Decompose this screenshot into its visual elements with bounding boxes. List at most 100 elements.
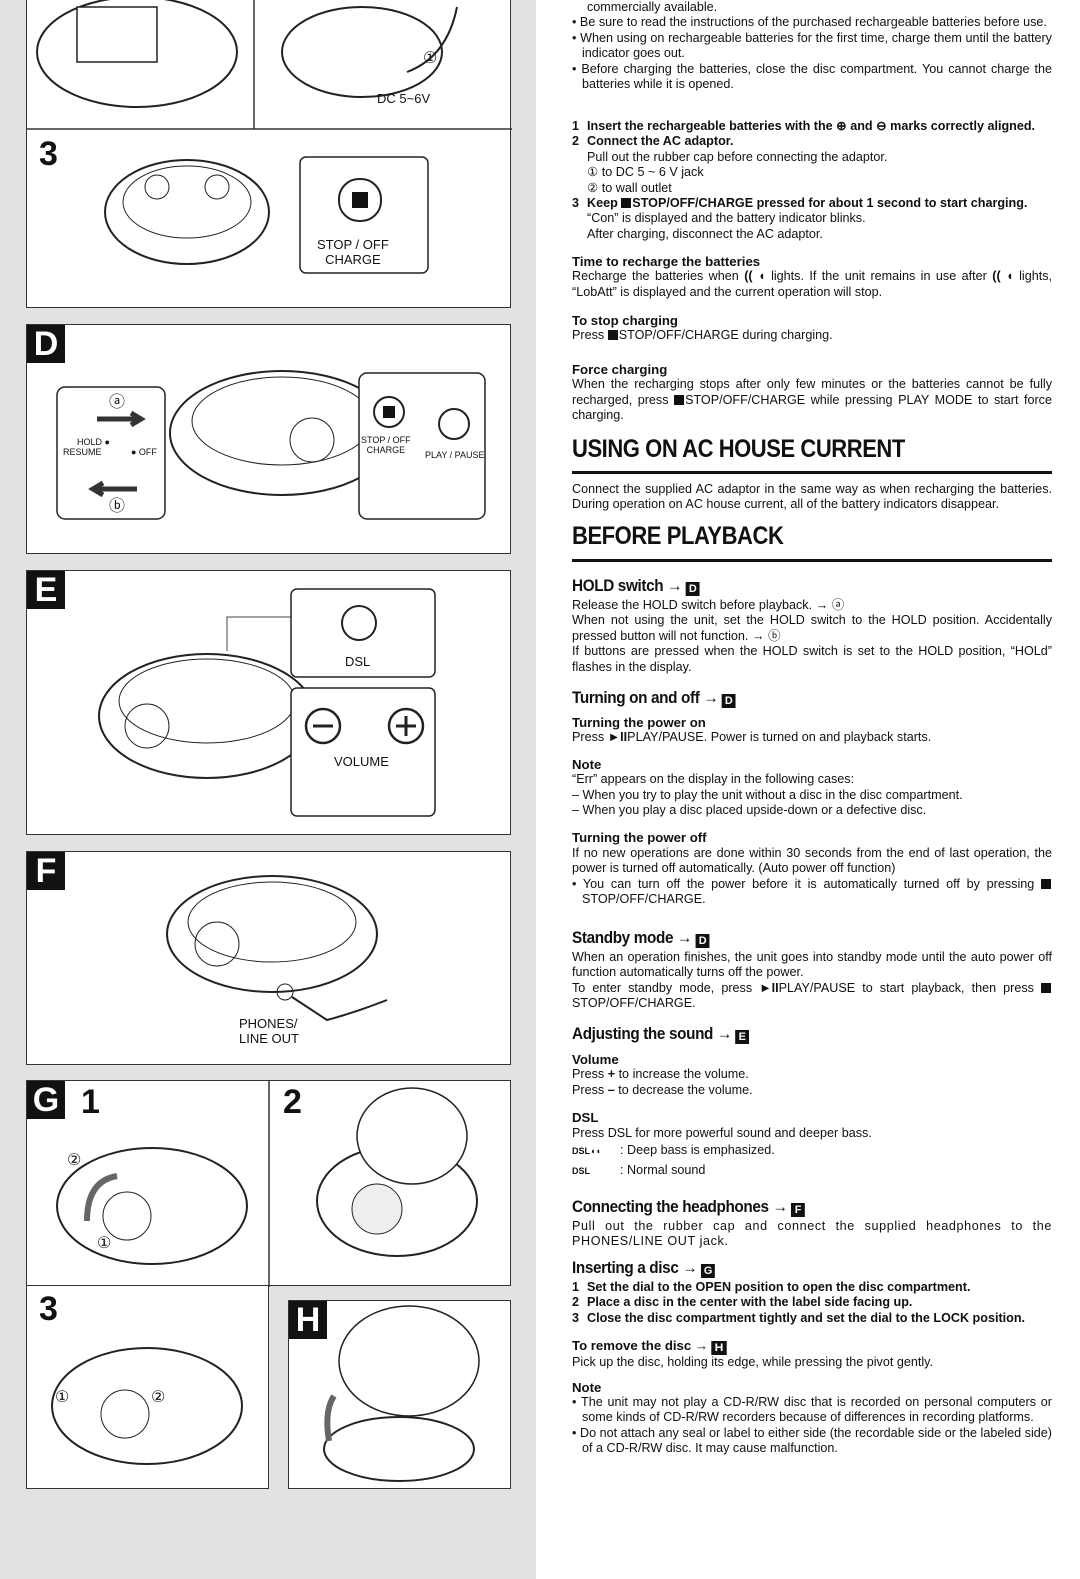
plus-icon: + <box>607 1067 616 1082</box>
charging-intro: commercially available. • Be sure to rea… <box>572 0 1052 92</box>
text: Inserting a disc <box>572 1258 679 1277</box>
subheading: Note <box>572 1379 602 1395</box>
g-step-1: 1 <box>81 1083 100 1121</box>
text: Turning on and off <box>572 688 700 707</box>
text: Connecting the headphones <box>572 1197 769 1216</box>
bullet: • The unit may not play a CD-R/RW disc t… <box>572 1395 1052 1425</box>
arrow-icon: → <box>694 1338 709 1354</box>
text: Press <box>572 730 605 745</box>
paragraph: If no new operations are done within 30 … <box>572 845 1052 876</box>
step-1: 1 Insert the rechargeable batteries with … <box>572 119 1052 134</box>
resume-label: RESUME <box>63 447 102 457</box>
arrow-icon: → <box>676 928 692 947</box>
headphones-section: Connecting the headphones → F Pull out t… <box>572 1197 1052 1250</box>
arrow-icon: → <box>682 1258 698 1277</box>
g-step-2: 2 <box>283 1083 302 1121</box>
step-number: 3 <box>572 1310 580 1325</box>
subheading: Turning the power on <box>572 715 706 730</box>
stop-icon <box>607 330 618 341</box>
stop-icon <box>1041 982 1052 993</box>
text: : Normal sound <box>620 1163 706 1178</box>
paragraph: Connect the supplied AC adaptor in the s… <box>572 482 1052 512</box>
text: Standby mode <box>572 928 674 947</box>
callout-1: ① <box>97 1235 112 1252</box>
text: Press <box>572 1067 605 1082</box>
text: STOP/OFF/CHARGE. <box>572 996 696 1011</box>
stop-icon <box>621 198 632 209</box>
step-text: STOP/OFF/CHARGE pressed for about 1 seco… <box>632 196 1028 211</box>
subheading: To stop charging <box>572 313 678 328</box>
subheading: Volume <box>572 1052 619 1067</box>
step-number: 2 <box>572 1295 580 1310</box>
figure-ref: D <box>721 694 736 708</box>
text: : Deep bass is emphasized. <box>620 1143 775 1158</box>
step-detail: “Con” is displayed and the battery indic… <box>587 211 866 226</box>
callout-2: ② <box>151 1389 166 1406</box>
figure-h: H <box>288 1300 511 1489</box>
step-3: 3 Keep STOP/OFF/CHARGE pressed for about … <box>572 196 1052 242</box>
insert-disc-section: Inserting a disc → G 1 Set the dial to th… <box>572 1258 1052 1457</box>
standby-section: Standby mode → D When an operation finis… <box>572 928 1052 1012</box>
paragraph: Recharge the batteries when (( ◖ lights.… <box>572 269 1052 300</box>
play-pause-icon: ►II <box>607 730 628 745</box>
callout-1: ① <box>423 50 438 67</box>
heading-rule <box>572 559 1052 562</box>
callout-2: ② <box>67 1152 82 1169</box>
step-3-number: 3 <box>39 135 58 173</box>
stop-icon <box>1041 878 1051 889</box>
text-line: Press + to increase the volume. <box>572 1067 1052 1082</box>
arrow-icon: → <box>703 688 719 707</box>
step-text: Insert the rechargeable batteries with t… <box>587 119 1036 133</box>
subheading: DSL <box>572 1110 599 1126</box>
text: Press <box>572 328 605 343</box>
remove-disc-illustration <box>323 1305 480 1482</box>
step-2: 2 Place a disc in the center with the lab… <box>572 1295 1052 1310</box>
battery-low-icon: (( ◖ <box>744 269 766 284</box>
bullet-text: Be sure to read the instructions of the … <box>579 15 1047 30</box>
step-text: Set the dial to the OPEN position to ope… <box>587 1280 971 1294</box>
section-heading: BEFORE PLAYBACK <box>572 522 784 550</box>
g-step-3: 3 <box>39 1290 58 1328</box>
text-line: – When you play a disc placed upside-dow… <box>572 803 927 818</box>
subsection-heading: Turning on and off → D <box>572 688 1004 708</box>
dsl-off-icon: DSL <box>572 1166 590 1177</box>
sound-section: Adjusting the sound → E Volume Press + t… <box>572 1024 1052 1180</box>
text: to decrease the volume. <box>618 1082 753 1097</box>
subheading: Note <box>572 756 602 772</box>
step-detail: Pull out the rubber cap before connectin… <box>587 149 888 164</box>
text: To enter standby mode, press <box>572 980 753 995</box>
text-line: – When you try to play the unit without … <box>572 787 963 802</box>
time-to-recharge: Time to recharge the batteries Recharge … <box>572 254 1052 300</box>
bullet-text: Before charging the batteries, close the… <box>581 61 1052 92</box>
subsection-heading: Standby mode → D <box>572 928 1004 948</box>
volume-label: VOLUME <box>334 754 389 769</box>
figure-g-step3: 3 ① ② <box>26 1285 269 1489</box>
paragraph: Pick up the disc, holding its edge, whil… <box>572 1355 933 1370</box>
paragraph: Press ►IIPLAY/PAUSE. Power is turned on … <box>572 730 1052 745</box>
battery-low-icon: (( ◖ <box>992 269 1014 284</box>
figure-f: F PHONES/ LINE OUT <box>26 851 511 1065</box>
paragraph: When the recharging stops after only few… <box>572 377 1052 423</box>
step-number: 3 <box>572 196 580 211</box>
hold-b-callout: ⓑ <box>109 498 126 515</box>
text: You can turn off the power before it is … <box>582 876 1035 891</box>
text: STOP/OFF/CHARGE. <box>582 892 706 907</box>
text: PLAY/PAUSE to start playback, then press <box>778 980 1034 995</box>
bullet: • Be sure to read the instructions of th… <box>572 15 1047 30</box>
off-label: ● OFF <box>131 447 157 457</box>
step-detail: After charging, disconnect the AC adapto… <box>587 226 823 241</box>
arrow-icon: → <box>667 576 683 595</box>
text: Do not attach any seal or label to eithe… <box>579 1425 1052 1456</box>
text: STOP/OFF/CHARGE during charging. <box>618 328 833 343</box>
subheading: Force charging <box>572 362 668 377</box>
arrow-icon: → <box>716 1024 732 1043</box>
figure-ref: H <box>711 1341 727 1356</box>
paragraph: To enter standby mode, press ►IIPLAY/PAU… <box>572 981 1052 1012</box>
text: Press <box>572 1082 605 1097</box>
figure-ref: E <box>735 1030 750 1044</box>
figure-ref: D <box>685 582 700 596</box>
close-disc-illustration <box>51 1347 243 1465</box>
on-off-section: Turning on and off → D Turning the power… <box>572 688 1052 907</box>
text-line: When not using the unit, set the HOLD sw… <box>572 613 1052 643</box>
play-pause-label: PLAY / PAUSE <box>425 450 485 460</box>
